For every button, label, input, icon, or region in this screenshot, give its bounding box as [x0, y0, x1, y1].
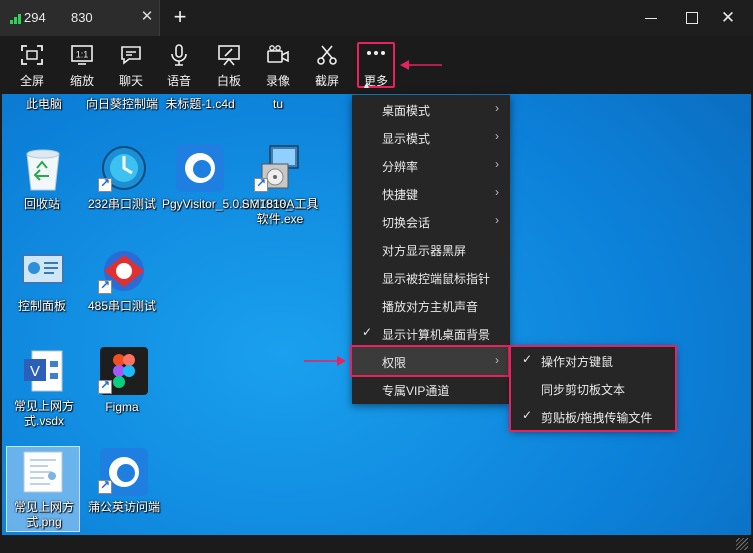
- signal-strength-icon: [10, 12, 24, 24]
- menu-item-label: 显示计算机桌面背景: [382, 328, 491, 342]
- window-close-button[interactable]: ✕: [718, 8, 738, 28]
- desktop-icon-label[interactable]: SM1810A工具软件.exe: [240, 197, 320, 227]
- video-record-icon: [267, 45, 289, 63]
- menu-item-label: 播放对方主机声音: [382, 300, 479, 314]
- title-bar: 294 830 ✕ + ✕: [0, 0, 753, 36]
- zoom-1to1-icon: 1:1: [71, 45, 93, 65]
- menu-item-label: 快捷键: [382, 188, 419, 202]
- screenshot-label: 截屏: [314, 74, 339, 88]
- whiteboard-button[interactable]: 白板: [209, 40, 249, 90]
- menu-item-label: 桌面模式: [382, 104, 431, 118]
- png-image-file-icon[interactable]: [22, 450, 64, 494]
- chevron-right-icon: ›: [495, 101, 499, 115]
- desktop-icon-label[interactable]: 回收站: [12, 197, 72, 212]
- record-label: 录像: [265, 74, 290, 88]
- fullscreen-icon: [21, 45, 43, 65]
- desktop-icon-label[interactable]: 常见上网方式.png: [6, 500, 82, 530]
- desktop-icon-label[interactable]: 控制面板: [12, 299, 72, 314]
- shortcut-arrow-icon: [98, 176, 112, 192]
- svg-text:1:1: 1:1: [76, 50, 89, 60]
- menu-item-shortcuts[interactable]: 快捷键 ›: [352, 179, 510, 207]
- menu-item-desktop-mode[interactable]: 桌面模式 ›: [352, 95, 510, 123]
- shortcut-arrow-icon: [98, 378, 112, 394]
- add-tab-button[interactable]: +: [170, 4, 190, 30]
- desktop-icon-label[interactable]: tu: [256, 97, 300, 112]
- microphone-icon: [171, 44, 187, 66]
- submenu-highlight: [509, 345, 677, 432]
- zoom-button[interactable]: 1:1 缩放: [62, 40, 102, 90]
- annotation-arrow-permissions: [304, 356, 346, 366]
- shortcut-arrow-icon: [98, 478, 112, 494]
- zoom-label: 缩放: [69, 74, 94, 88]
- tab-close-icon[interactable]: ✕: [138, 8, 156, 26]
- voice-label: 语音: [166, 74, 191, 88]
- desktop-icon-label[interactable]: 232串口测试: [84, 197, 160, 212]
- desktop-icon-label[interactable]: 蒲公英访问端: [84, 500, 164, 515]
- menu-item-show-remote-cursor[interactable]: 显示被控端鼠标指针: [352, 263, 510, 291]
- desktop-icon-label[interactable]: 此电脑: [16, 97, 72, 112]
- menu-item-resolution[interactable]: 分辨率 ›: [352, 151, 510, 179]
- desktop-icon-label[interactable]: 向日葵控制端: [84, 97, 160, 112]
- pgyvisitor-installer-icon[interactable]: [176, 144, 224, 192]
- chat-label: 聊天: [118, 74, 143, 88]
- menu-item-display-mode[interactable]: 显示模式 ›: [352, 123, 510, 151]
- connection-tab[interactable]: 294 830 ✕: [0, 0, 160, 36]
- desktop-icon-label[interactable]: 未标题-1.c4d: [162, 97, 238, 112]
- checkmark-icon: ✓: [362, 325, 373, 339]
- voice-button[interactable]: 语音: [159, 40, 199, 90]
- desktop-icon-label[interactable]: Figma: [84, 400, 160, 415]
- record-button[interactable]: 录像: [258, 40, 298, 90]
- shortcut-arrow-icon: [98, 278, 112, 294]
- whiteboard-label: 白板: [216, 74, 241, 88]
- chevron-right-icon: ›: [495, 213, 499, 227]
- menu-item-vip-channel[interactable]: 专属VIP通道: [352, 375, 510, 403]
- annotation-arrow-more: [400, 60, 442, 70]
- menu-item-label: 专属VIP通道: [382, 384, 450, 398]
- fullscreen-label: 全屏: [19, 74, 44, 88]
- maximize-button[interactable]: [682, 8, 702, 28]
- menu-item-switch-session[interactable]: 切换会话 ›: [352, 207, 510, 235]
- menu-item-show-wallpaper[interactable]: ✓ 显示计算机桌面背景: [352, 319, 510, 347]
- scissors-icon: [317, 45, 337, 65]
- desktop-icon-label[interactable]: 常见上网方式.vsdx: [6, 399, 82, 429]
- chat-button[interactable]: 聊天: [111, 40, 151, 90]
- chevron-right-icon: ›: [495, 185, 499, 199]
- fullscreen-button[interactable]: 全屏: [12, 40, 52, 90]
- menu-item-label: 分辨率: [382, 160, 419, 174]
- permissions-highlight: [350, 345, 510, 377]
- chevron-right-icon: ›: [495, 129, 499, 143]
- desktop-icon-label[interactable]: PgyVisitor_5.0.0.37938_...: [162, 197, 303, 212]
- desktop-icon-label[interactable]: 485串口测试: [84, 299, 160, 314]
- whiteboard-icon: [218, 45, 240, 66]
- resize-grip-icon[interactable]: [736, 538, 748, 550]
- menu-item-label: 切换会话: [382, 216, 431, 230]
- menu-item-black-screen[interactable]: 对方显示器黑屏: [352, 235, 510, 263]
- svg-text:V: V: [30, 363, 40, 380]
- chevron-up-icon: ▲: [362, 80, 371, 90]
- menu-item-label: 显示模式: [382, 132, 431, 146]
- chevron-right-icon: ›: [495, 157, 499, 171]
- menu-item-label: 对方显示器黑屏: [382, 244, 467, 258]
- menu-item-label: 显示被控端鼠标指针: [382, 272, 491, 286]
- connection-id: 294 830: [24, 10, 93, 25]
- minimize-button[interactable]: [642, 8, 662, 28]
- menu-item-play-remote-sound[interactable]: 播放对方主机声音: [352, 291, 510, 319]
- chat-icon: [121, 46, 141, 65]
- screenshot-button[interactable]: 截屏: [307, 40, 347, 90]
- shortcut-arrow-icon: [254, 176, 268, 192]
- visio-file-icon[interactable]: V: [22, 349, 64, 393]
- recycle-bin-icon[interactable]: [22, 146, 64, 192]
- control-panel-icon[interactable]: [22, 252, 64, 292]
- status-bar: [0, 535, 753, 553]
